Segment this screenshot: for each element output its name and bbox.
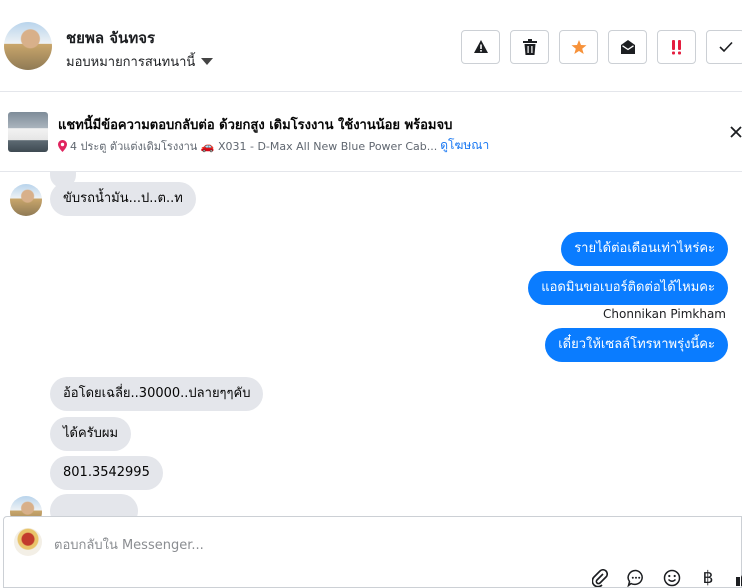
conversation-header: ชยพล จันทจร มอบหมายการสนทนานี้ xyxy=(0,0,742,92)
reply-input[interactable]: ตอบกลับใน Messenger... xyxy=(54,534,204,555)
done-button[interactable] xyxy=(706,30,742,64)
paperclip-icon xyxy=(592,569,608,587)
baht-icon: ฿ xyxy=(702,568,714,588)
reply-composer: ตอบกลับใน Messenger... ฿ xyxy=(3,516,742,588)
contact-name[interactable]: ชยพล จันทจร xyxy=(66,26,155,50)
location-pin-icon xyxy=(58,139,67,152)
page-avatar xyxy=(14,528,42,556)
envelope-open-icon xyxy=(620,40,635,54)
incoming-message xyxy=(50,494,138,516)
mark-unread-button[interactable] xyxy=(608,30,647,64)
incoming-message: 801.3542995 xyxy=(50,456,163,490)
star-icon xyxy=(571,40,586,54)
outgoing-message: แอดมินขอเบอร์ติดต่อได้ไหมคะ xyxy=(528,271,728,305)
trash-icon xyxy=(522,39,537,55)
close-icon[interactable] xyxy=(727,123,742,141)
ad-subtitle: 4 ประตู ตัวแต่งเดิมโรงงาน 🚗 X031 - D-Max… xyxy=(70,139,438,153)
report-button[interactable] xyxy=(461,30,500,64)
payment-button[interactable]: ฿ xyxy=(696,567,720,588)
contact-avatar[interactable] xyxy=(4,22,52,70)
caret-down-icon xyxy=(201,58,214,65)
assign-conversation-dropdown[interactable]: มอบหมายการสนทนานี้ xyxy=(66,51,214,72)
composer-toolbar: ฿ xyxy=(588,567,742,588)
emoji-button[interactable] xyxy=(660,567,684,588)
view-ad-link[interactable]: ดูโฆษณา xyxy=(440,136,489,155)
incoming-message: อ้อโดยเฉลี่ย..30000..ปลายๆๆคับ xyxy=(50,377,264,411)
message-thread[interactable]: ขับรถน้ำมัน...ป..ต..ท รายได้ต่อเดือนเท่า… xyxy=(0,172,742,516)
like-button[interactable] xyxy=(732,567,742,588)
sender-name: Chonnikan Pimkham xyxy=(603,307,726,321)
ad-subtitle-row: 4 ประตู ตัวแต่งเดิมโรงงาน 🚗 X031 - D-Max… xyxy=(58,136,489,155)
warning-icon xyxy=(473,40,488,53)
incoming-message: ได้ครับผม xyxy=(50,417,132,451)
attach-button[interactable] xyxy=(588,567,612,588)
ad-context-bar: แชทนี้มีข้อความตอบกลับต่อ ด้วยกสูง เดิมโ… xyxy=(0,92,742,172)
chat-bubble-icon xyxy=(627,569,643,587)
follow-up-button[interactable] xyxy=(657,30,696,64)
contact-avatar-small xyxy=(10,496,42,516)
contact-avatar-small xyxy=(10,184,42,216)
ad-title: แชทนี้มีข้อความตอบกลับต่อ ด้วยกสูง เดิมโ… xyxy=(58,118,453,133)
delete-button[interactable] xyxy=(510,30,549,64)
thumbs-up-icon xyxy=(736,575,742,586)
saved-replies-button[interactable] xyxy=(624,567,648,588)
incoming-message: ขับรถน้ำมัน...ป..ต..ท xyxy=(50,182,196,216)
outgoing-message: เดี๋ยวให้เซลล์โทรหาพรุ่งนี้คะ xyxy=(545,328,728,362)
checkmark-icon xyxy=(718,41,733,53)
smiley-icon xyxy=(663,569,681,587)
ad-thumbnail xyxy=(8,112,48,152)
star-button[interactable] xyxy=(559,30,598,64)
conversation-actions xyxy=(461,30,742,64)
double-exclamation-icon xyxy=(671,40,681,55)
assign-label: มอบหมายการสนทนานี้ xyxy=(66,55,196,70)
outgoing-message: รายได้ต่อเดือนเท่าไหร่คะ xyxy=(561,232,728,266)
